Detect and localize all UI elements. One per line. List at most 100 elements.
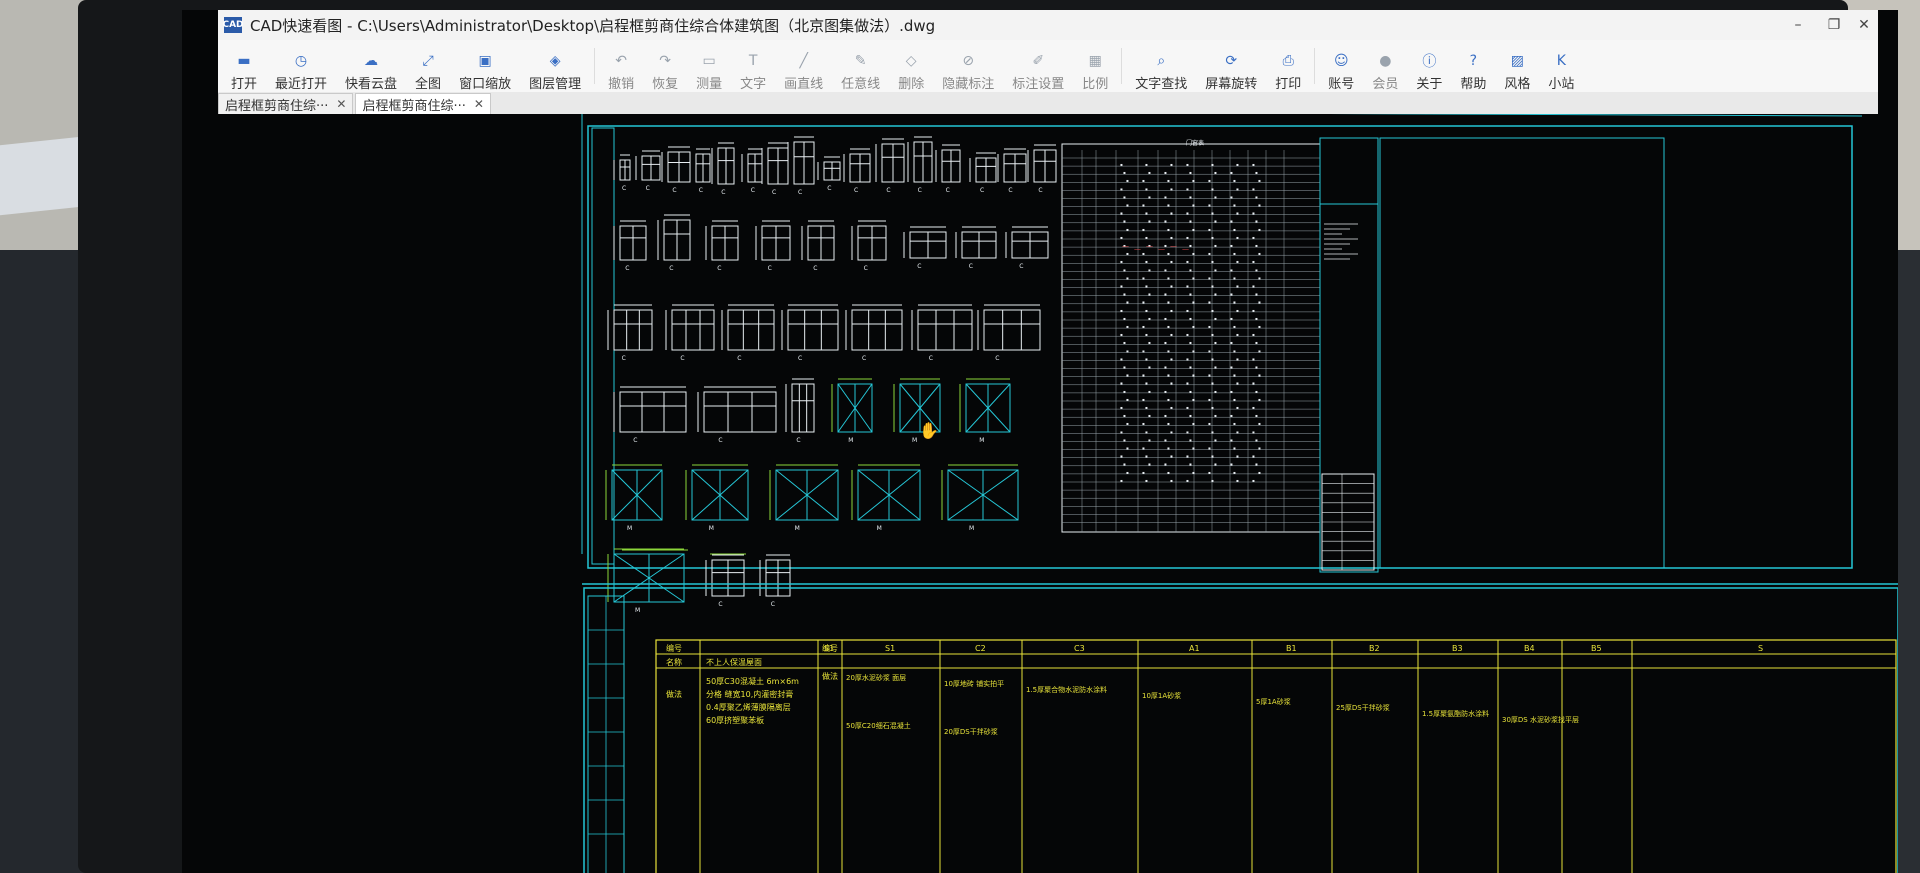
toolbar-button-info[interactable]: ⓘ 关于 <box>1407 42 1451 92</box>
door-swing <box>837 383 856 409</box>
schedule-cell-mark: ▪ <box>1120 308 1123 313</box>
schedule-cell-mark: ▪ <box>1120 162 1123 167</box>
window-elevation <box>619 391 687 433</box>
schedule-cell-mark: ▪ <box>1189 365 1192 370</box>
toolbar-button-freehand[interactable]: ✎ 任意线 <box>832 42 889 92</box>
toolbar-label: 任意线 <box>841 77 881 92</box>
toolbar-label: 窗口缩放 <box>459 77 512 92</box>
toolbar-button-ruler[interactable]: ▭ 测量 <box>687 42 731 92</box>
window-code-label: C <box>798 189 802 196</box>
drawing-canvas[interactable]: C C C C C C C C C C C C C C C C C C C C C C C C C C C C C C C C C C C M M M M M… <box>182 114 1898 873</box>
window-code-label: C <box>622 185 626 192</box>
schedule-cell-mark: ▪ <box>1167 203 1170 208</box>
schedule-cell-mark: ▪ <box>1252 259 1255 264</box>
schedule-cell-mark: ▪ <box>1148 437 1151 442</box>
schedule-cell-mark: ▪ <box>1252 332 1255 337</box>
schedule-cell-mark: ▪ <box>1258 446 1261 451</box>
window-titlebar[interactable]: CAD CAD快速看图 - C:\Users\Administrator\Des… <box>218 10 1878 40</box>
document-tab[interactable]: 启程框剪商住综··· ✕ <box>218 93 354 114</box>
schedule-cell-mark: ▪ <box>1167 397 1170 402</box>
schedule-cell-mark: ▪ <box>1255 316 1258 321</box>
document-tab-strip: 启程框剪商住综··· ✕ 启程框剪商住综··· ✕ <box>218 92 1878 114</box>
tab-close-icon[interactable]: ✕ <box>474 97 484 111</box>
schedule-cell-mark: ▪ <box>1189 170 1192 175</box>
schedule-cell-mark: ▪ <box>1142 373 1145 378</box>
toolbar-button-layers[interactable]: ◈ 图层管理 <box>520 42 590 92</box>
schedule-cell-mark: ▪ <box>1233 397 1236 402</box>
schedule-cell-mark: ▪ <box>1214 340 1217 345</box>
schedule-cell-mark: ▪ <box>1120 454 1123 459</box>
toolbar-label: 最近打开 <box>275 77 328 92</box>
toolbar-button-history[interactable]: ◷ 最近打开 <box>266 42 336 92</box>
schedule-cell-mark: ▪ <box>1170 284 1173 289</box>
tab-close-icon[interactable]: ✕ <box>336 97 346 111</box>
table-column-code: B2 <box>1369 644 1380 653</box>
toolbar-button-line[interactable]: ╱ 画直线 <box>775 42 832 92</box>
schedule-cell-mark: ▪ <box>1186 405 1189 410</box>
toolbar-button-style[interactable]: ▨ 风格 <box>1495 42 1539 92</box>
schedule-cell-mark: ▪ <box>1255 267 1258 272</box>
lower-sheet-frame <box>583 587 1898 873</box>
vip-icon: ● <box>1379 53 1392 69</box>
toolbar-label: 关于 <box>1416 77 1443 92</box>
close-button[interactable]: ✕ <box>1844 10 1884 40</box>
document-tab[interactable]: 启程框剪商住综··· ✕ <box>355 93 491 114</box>
freehand-icon: ✎ <box>854 53 867 69</box>
toolbar-button-hide-annotation[interactable]: ⊘ 隐藏标注 <box>933 42 1003 92</box>
schedule-cell-mark: ▪ <box>1145 259 1148 264</box>
toolbar-button-user[interactable]: ☺ 账号 <box>1319 42 1363 92</box>
schedule-cell-mark: ▪ <box>1145 381 1148 386</box>
toolbar-button-annotation-settings[interactable]: ✐ 标注设置 <box>1003 42 1073 92</box>
schedule-cell-mark: ▪ <box>1214 219 1217 224</box>
schedule-cell-mark: ▪ <box>1255 243 1258 248</box>
cad-drawing[interactable]: C C C C C C C C C C C C C C C C C C C C C C C C C C C C C C C C C C C M M M M M… <box>182 114 1898 873</box>
schedule-cell-mark: ▪ <box>1189 462 1192 467</box>
toolbar-button-text[interactable]: T 文字 <box>731 42 775 92</box>
toolbar-button-undo[interactable]: ↶ 撤销 <box>599 42 643 92</box>
schedule-cell-mark: ▪ <box>1258 251 1261 256</box>
toolbar-button-rotate-screen[interactable]: ⟳ 屏幕旋转 <box>1196 42 1266 92</box>
schedule-cell-mark: ▪ <box>1189 219 1192 224</box>
window-code-label: C <box>751 187 755 194</box>
adjacent-sheet-frame <box>1379 137 1665 569</box>
schedule-cell-mark: ▪ <box>1230 413 1233 418</box>
window-code-label: C <box>680 355 684 362</box>
table-column-code: B1 <box>1286 644 1297 653</box>
toolbar-button-redo[interactable]: ↷ 恢复 <box>643 42 687 92</box>
schedule-cell-mark: ▪ <box>1192 470 1195 475</box>
schedule-cell-mark: ▪ <box>1208 446 1211 451</box>
toolbar-button-text-search[interactable]: ⌕ 文字查找 <box>1126 42 1196 92</box>
window-code-label: C <box>929 355 933 362</box>
schedule-cell-mark: ▪ <box>1214 413 1217 418</box>
toolbar-button-vip[interactable]: ● 会员 <box>1363 42 1407 92</box>
schedule-cell-mark: ▪ <box>1208 397 1211 402</box>
toolbar-button-scale[interactable]: ▦ 比例 <box>1073 42 1117 92</box>
window-code-label: C <box>946 187 950 194</box>
toolbar-button-window-zoom[interactable]: ▣ 窗口缩放 <box>450 42 520 92</box>
toolbar-button-folder[interactable]: ▬ 打开 <box>222 42 266 92</box>
toolbar-label: 帮助 <box>1460 77 1487 92</box>
schedule-cell-mark: ▪ <box>1148 413 1151 418</box>
toolbar-button-full-extent[interactable]: ⤢ 全图 <box>406 42 450 92</box>
schedule-cell-mark: ▪ <box>1145 454 1148 459</box>
window-code-label: C <box>622 355 626 362</box>
toolbar-button-k-site[interactable]: K 小站 <box>1539 42 1583 92</box>
schedule-cell-mark: ▪ <box>1123 437 1126 442</box>
toolbar-label: 标注设置 <box>1012 77 1065 92</box>
toolbar-button-help[interactable]: ? 帮助 <box>1451 42 1495 92</box>
schedule-cell-mark: ▪ <box>1236 235 1239 240</box>
schedule-cell-mark: ▪ <box>1126 421 1129 426</box>
schedule-cell-mark: ▪ <box>1164 462 1167 467</box>
schedule-cell-mark: ▪ <box>1167 373 1170 378</box>
toolbar-button-printer[interactable]: ⎙ 打印 <box>1266 42 1310 92</box>
toolbar-button-eraser[interactable]: ◇ 删除 <box>889 42 933 92</box>
minimize-button[interactable]: – <box>1778 10 1818 40</box>
schedule-cell-mark: ▪ <box>1186 308 1189 313</box>
schedule-cell-mark: ▪ <box>1148 267 1151 272</box>
toolbar-button-cloud[interactable]: ☁ 快看云盘 <box>336 42 406 92</box>
schedule-cell-mark: ▪ <box>1186 235 1189 240</box>
schedule-cell-mark: ▪ <box>1236 186 1239 191</box>
toolbar-label: 小站 <box>1548 77 1575 92</box>
schedule-cell-mark: ▪ <box>1258 397 1261 402</box>
schedule-cell-mark: ▪ <box>1170 429 1173 434</box>
